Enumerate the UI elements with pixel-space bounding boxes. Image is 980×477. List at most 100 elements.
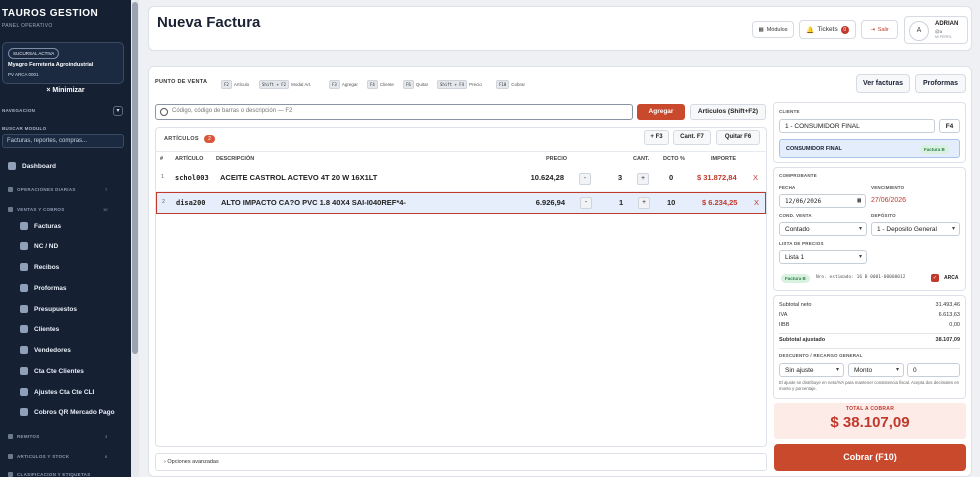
nav-clientes[interactable]: Clientes [20,325,59,333]
col-num: # [160,156,164,162]
qty-minus-button[interactable]: - [579,173,591,185]
nav-cta-cte-clientes[interactable]: Cta Cte Clientes [20,367,84,375]
kbd: Shift + F2 [259,80,290,89]
tickets-label: Tickets [817,26,838,33]
nav-proformas[interactable]: Proformas [20,284,67,292]
search-icon [160,108,168,116]
qty-plus-button[interactable]: + [638,197,650,209]
ver-facturas-button[interactable]: Ver facturas [856,74,910,93]
divider [779,333,960,334]
nav-presupuestos[interactable]: Presupuestos [20,305,77,313]
shortcut-f6: F6 Quitar [403,80,428,89]
user-menu[interactable]: A ADRIAN @a MI PERFIL [904,16,968,44]
group-ops-count: 7 [105,187,108,192]
ledger-icon [20,367,28,375]
modulos-button[interactable]: ▦ Módulos [752,21,794,38]
table-row[interactable]: 1 schol003 ACEITE CASTROL ACTEVO 4T 20 W… [156,168,766,190]
deposito-select[interactable]: 1 - Deposito General [871,222,960,236]
row-dcto[interactable]: 10 [667,198,675,207]
group-sales[interactable]: VENTAS Y COBROS [8,207,65,212]
cantidad-button[interactable]: Cant. F7 [673,130,711,145]
nav-label: NAVEGACION [2,108,36,113]
cond-venta-select[interactable]: Contado [779,222,867,236]
group-remitos[interactable]: REMITOS [8,434,40,439]
ajuste-select[interactable]: Sin ajuste [779,363,844,377]
tickets-button[interactable]: 🔔 Tickets 0 [799,20,856,39]
total-value: $ 38.107,09 [830,414,910,431]
opciones-avanzadas-toggle[interactable]: › Opciones avanzadas [155,453,767,471]
box-icon [8,454,13,459]
monto-select[interactable]: Monto [848,363,904,377]
arca-checkbox[interactable]: ✓ [931,274,939,282]
scrollbar-thumb[interactable] [132,2,138,354]
articulos-modal-button[interactable]: Articulos (Shift+F2) [690,104,766,120]
nav-label-text: Proformas [34,284,67,292]
lista-precios-select[interactable]: Lista 1 [779,250,867,264]
row-dcto[interactable]: 0 [669,173,673,182]
proformas-button[interactable]: Proformas [915,74,966,93]
group-clasificacion[interactable]: CLASIFICACION Y ETIQUETAS [8,472,91,477]
nav-cobros-qr[interactable]: Cobros QR Mercado Pago [20,408,115,416]
salir-button[interactable]: ⇥ Salir [861,20,898,39]
fecha-value: 12/06/2026 [785,198,822,205]
modulos-label: Módulos [766,26,788,33]
row-qty[interactable]: 3 [618,173,622,182]
minimize-button[interactable]: × Minimizar [0,87,131,94]
module-search-input[interactable]: Facturas, reportes, compras... [2,134,124,148]
qty-minus-button[interactable]: - [580,197,592,209]
iibb-value: 0,00 [949,322,960,328]
table-row-selected[interactable]: 2 disa200 ALTO IMPACTO CA?O PVC 1.8 40X4… [156,192,766,214]
group-stock[interactable]: ARTICULOS Y STOCK [8,454,69,459]
branch-name: Myagro Ferreteria Agroindustrial [8,62,94,68]
nro-estimado: Nro. estimado: 16 B 0001-00000012 [816,275,906,280]
search-label: BUSCAR MODULO [2,126,47,131]
agregar-button[interactable]: Agregar [637,104,685,120]
nav-label-text: Cta Cte Clientes [34,367,84,375]
fecha-input[interactable]: 12/06/2026 ▦ [779,194,866,208]
nav-label-text: Clientes [34,325,60,333]
cliente-input[interactable]: 1 - CONSUMIDOR FINAL [779,119,935,133]
vencimiento-label: VENCIMIENTO [871,185,905,190]
grid-icon: ▦ [758,26,764,33]
iva-label: IVA [779,312,788,318]
qr-icon [20,408,28,416]
cliente-f4-button[interactable]: F4 [939,119,960,133]
kbd: F10 [496,80,510,89]
article-search-input[interactable]: Código, código de barras o descripción —… [155,104,633,120]
descuento-label: DESCUENTO / RECARGO GENERAL [779,353,863,358]
nav-facturas[interactable]: Facturas [20,222,61,230]
user-profile-link[interactable]: MI PERFIL [935,35,952,39]
quitar-button[interactable]: Quitar F6 [716,130,760,145]
opciones-label: Opciones avanzadas [167,459,219,465]
articles-count: 2 [204,135,215,143]
shortcut-label: Agregar [341,82,358,87]
nav-ajustes-cta-cte[interactable]: Ajustes Cta Cte CLI [20,388,94,396]
nav-label-text: Facturas [34,222,62,230]
nav-label-text: Presupuestos [34,305,77,313]
branch-pv: PV ARCA 0001 [8,72,39,77]
cobrar-button[interactable]: Cobrar (F10) [774,444,966,471]
remove-row-icon[interactable]: X [753,173,758,182]
remove-row-icon[interactable]: X [754,198,759,207]
page-title: Nueva Factura [157,14,261,31]
row-importe: $ 6.234,25 [702,198,738,207]
qty-plus-button[interactable]: + [637,173,649,185]
articles-label: ARTÍCULOS [164,136,199,142]
nav-toggle-button[interactable]: ▾ [113,106,123,116]
nav-nc-nd[interactable]: NC / ND [20,242,58,250]
calendar-icon: ▦ [857,197,861,204]
nav-vendedores[interactable]: Vendedores [20,346,71,354]
row-qty[interactable]: 1 [619,198,623,207]
ajuste-amount-input[interactable]: 0 [907,363,960,377]
group-ops[interactable]: OPERACIONES DIARIAS [8,187,76,192]
subtotal-ajustado-label: Subtotal ajustado [779,337,826,343]
nav-dashboard[interactable]: Dashboard [8,162,56,170]
group-clas-label: CLASIFICACION Y ETIQUETAS [17,472,91,477]
nav-recibos[interactable]: Recibos [20,263,59,271]
shortcut-label: Precio [469,82,482,87]
cond-venta-label: COND. VENTA [779,213,812,218]
branch-card[interactable]: SUCURSAL ACTIVA Myagro Ferreteria Agroin… [2,42,124,84]
nav-label-text: Vendedores [34,346,71,354]
sidebar-scrollbar[interactable] [131,0,139,477]
add-f3-button[interactable]: + F3 [644,130,669,145]
